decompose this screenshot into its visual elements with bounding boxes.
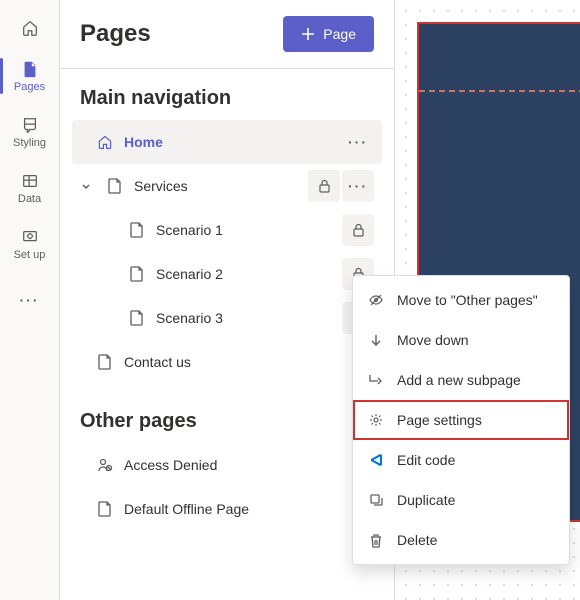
panel-title: Pages [80,20,151,48]
page-icon [20,59,40,79]
tree-item-contact[interactable]: Contact us [72,340,382,384]
rail-styling[interactable]: Styling [0,104,60,160]
menu-move-to-other[interactable]: Move to "Other pages" [353,280,569,320]
eye-off-icon [367,292,385,308]
rail-pages[interactable]: Pages [0,48,60,104]
chevron-down-icon[interactable] [80,180,96,192]
button-label: Page [323,26,356,42]
app-rail: Pages Styling Data Set up ··· [0,0,60,600]
rail-data[interactable]: Data [0,160,60,216]
rail-label: Set up [14,249,46,261]
tree-label: Scenario 3 [156,310,332,326]
rail-home[interactable] [0,8,60,48]
subpage-icon [367,373,385,387]
plus-icon [301,27,315,41]
page-icon [96,354,114,370]
rail-label: Data [18,193,41,205]
page-tree: Home ··· Services [60,120,394,392]
page-icon [128,266,146,282]
tree-item-scenario2[interactable]: Scenario 2 [72,252,382,296]
menu-delete[interactable]: Delete [353,520,569,560]
tree-label: Contact us [124,354,374,370]
page-icon [106,178,124,194]
arrow-down-icon [367,333,385,347]
page-icon [96,501,114,517]
menu-label: Move down [397,332,469,348]
section-other-pages: Other pages [60,392,394,443]
canvas-header [419,24,580,92]
home-icon [96,134,114,150]
menu-label: Delete [397,532,437,548]
tree-item-default-offline[interactable]: Default Offline Page [72,487,382,531]
ellipsis-icon: ··· [20,290,40,310]
section-main-nav: Main navigation [60,69,394,120]
person-icon [96,457,114,473]
context-menu: Move to "Other pages" Move down Add a ne… [352,275,570,565]
ellipsis-icon[interactable]: ··· [342,134,374,150]
tree-label: Scenario 2 [156,266,332,282]
lock-icon[interactable] [308,170,340,202]
menu-label: Add a new subpage [397,372,521,388]
tree-label: Services [134,178,298,194]
rail-more[interactable]: ··· [0,272,60,328]
menu-label: Move to "Other pages" [397,292,538,308]
ellipsis-icon[interactable]: ··· [342,170,374,202]
menu-label: Page settings [397,412,482,428]
rail-label: Styling [13,137,46,149]
table-icon [20,171,40,191]
trash-icon [367,533,385,548]
tree-item-scenario1[interactable]: Scenario 1 [72,208,382,252]
menu-add-subpage[interactable]: Add a new subpage [353,360,569,400]
gear-icon [367,412,385,428]
menu-edit-code[interactable]: Edit code [353,440,569,480]
menu-label: Duplicate [397,492,455,508]
panel-header: Pages Page [60,0,394,69]
other-page-tree: Access Denied Default Offline Page [60,443,394,539]
menu-duplicate[interactable]: Duplicate [353,480,569,520]
lock-icon[interactable] [342,214,374,246]
tree-label: Access Denied [124,457,374,473]
menu-page-settings[interactable]: Page settings [353,400,569,440]
rail-label: Pages [14,81,45,93]
setup-icon [20,227,40,247]
tree-item-home[interactable]: Home ··· [72,120,382,164]
duplicate-icon [367,493,385,508]
tree-item-scenario3[interactable]: Scenario 3 [72,296,382,340]
add-page-button[interactable]: Page [283,16,374,52]
page-icon [128,222,146,238]
home-icon [20,18,40,38]
brush-icon [20,115,40,135]
pages-panel: Pages Page Main navigation Home ··· [60,0,395,600]
menu-move-down[interactable]: Move down [353,320,569,360]
menu-label: Edit code [397,452,455,468]
tree-item-access-denied[interactable]: Access Denied [72,443,382,487]
rail-setup[interactable]: Set up [0,216,60,272]
tree-item-services[interactable]: Services ··· [72,164,382,208]
code-icon [367,452,385,468]
tree-label: Default Offline Page [124,501,374,517]
page-icon [128,310,146,326]
tree-label: Home [124,134,332,150]
tree-label: Scenario 1 [156,222,332,238]
